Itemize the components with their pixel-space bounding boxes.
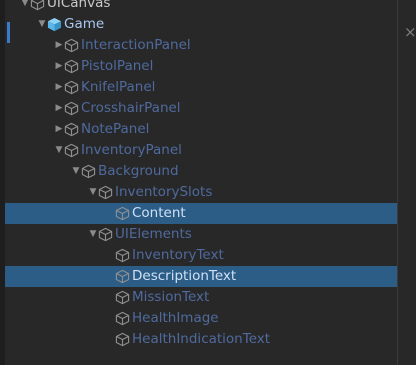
cube-solid-icon	[47, 17, 62, 32]
hierarchy-row-label: UIElements	[115, 226, 192, 242]
cube-outline-icon	[64, 59, 79, 74]
cube-outline-icon	[115, 248, 130, 263]
expand-arrow-down-icon[interactable]: ▼	[71, 161, 81, 182]
hierarchy-row-label: InventoryPanel	[81, 142, 182, 158]
hierarchy-row-interactionpanel[interactable]: ▶ InteractionPanel	[5, 35, 397, 56]
cube-outline-icon	[81, 164, 96, 179]
hierarchy-row-notepanel[interactable]: ▶ NotePanel	[5, 119, 397, 140]
hierarchy-row-label: InventorySlots	[115, 184, 213, 200]
hierarchy-row-uicanvas[interactable]: ▼ UICanvas	[5, 0, 397, 14]
hierarchy-row-label: KnifelPanel	[81, 79, 156, 95]
hierarchy-row-label: NotePanel	[81, 121, 150, 137]
vertical-scrollbar[interactable]	[397, 0, 398, 365]
hierarchy-row-inventoryslots[interactable]: ▼ InventorySlots	[5, 182, 397, 203]
hierarchy-row-label: PistolPanel	[81, 58, 154, 74]
hierarchy-row-label: DescriptionText	[132, 268, 237, 284]
expand-arrow-down-icon[interactable]: ▼	[88, 182, 98, 203]
expand-arrow-down-icon[interactable]: ▼	[20, 0, 30, 14]
hierarchy-row-inventorytext[interactable]: InventoryText	[5, 245, 397, 266]
hierarchy-panel: × ▼ UICanvas ▼ Game ▶ InteractionPanel ▶ Pistol…	[0, 0, 416, 365]
hierarchy-row-label: Background	[98, 163, 179, 179]
cube-outline-icon	[115, 290, 130, 305]
expand-arrow-right-icon[interactable]: ▶	[54, 98, 64, 119]
hierarchy-row-label: Game	[64, 16, 105, 32]
cube-outline-icon	[64, 38, 79, 53]
hierarchy-row-missiontext[interactable]: MissionText	[5, 287, 397, 308]
hierarchy-row-knifelpanel[interactable]: ▶ KnifelPanel	[5, 77, 397, 98]
close-icon[interactable]: ×	[404, 22, 416, 43]
cube-outline-icon	[98, 227, 113, 242]
expand-arrow-down-icon[interactable]: ▼	[37, 14, 47, 35]
cube-outline-icon	[64, 143, 79, 158]
cube-outline-icon	[64, 122, 79, 137]
hierarchy-row-background[interactable]: ▼ Background	[5, 161, 397, 182]
hierarchy-row-label: HealthImage	[132, 310, 219, 326]
hierarchy-row-content[interactable]: Content	[5, 203, 397, 224]
hierarchy-row-inventorypanel[interactable]: ▼ InventoryPanel	[5, 140, 397, 161]
cube-outline-icon	[115, 332, 130, 347]
hierarchy-row-label: InteractionPanel	[81, 37, 191, 53]
expand-arrow-down-icon[interactable]: ▼	[54, 140, 64, 161]
cube-outline-icon	[115, 269, 130, 284]
cube-outline-icon	[98, 185, 113, 200]
expand-arrow-right-icon[interactable]: ▶	[54, 77, 64, 98]
cube-outline-icon	[115, 206, 130, 221]
hierarchy-row-uielements[interactable]: ▼ UIElements	[5, 224, 397, 245]
expand-arrow-right-icon[interactable]: ▶	[54, 35, 64, 56]
hierarchy-row-label: CrosshairPanel	[81, 100, 181, 116]
cube-outline-icon	[64, 101, 79, 116]
expand-arrow-right-icon[interactable]: ▶	[54, 56, 64, 77]
hierarchy-row-healthimage[interactable]: HealthImage	[5, 308, 397, 329]
hierarchy-row-pistolpanel[interactable]: ▶ PistolPanel	[5, 56, 397, 77]
hierarchy-row-label: HealthIndicationText	[132, 331, 271, 347]
hierarchy-row-label: UICanvas	[47, 0, 111, 11]
hierarchy-row-game[interactable]: ▼ Game	[5, 14, 397, 35]
hierarchy-row-label: MissionText	[132, 289, 210, 305]
hierarchy-row-crosshairpanel[interactable]: ▶ CrosshairPanel	[5, 98, 397, 119]
expand-arrow-down-icon[interactable]: ▼	[88, 224, 98, 245]
cube-outline-icon	[115, 311, 130, 326]
hierarchy-row-label: InventoryText	[132, 247, 224, 263]
expand-arrow-right-icon[interactable]: ▶	[54, 119, 64, 140]
cube-outline-icon	[30, 0, 45, 11]
hierarchy-row-descriptiontext[interactable]: DescriptionText	[5, 266, 397, 287]
hierarchy-row-label: Content	[132, 205, 186, 221]
hierarchy-row-healthindicationtext[interactable]: HealthIndicationText	[5, 329, 397, 350]
cube-outline-icon	[64, 80, 79, 95]
